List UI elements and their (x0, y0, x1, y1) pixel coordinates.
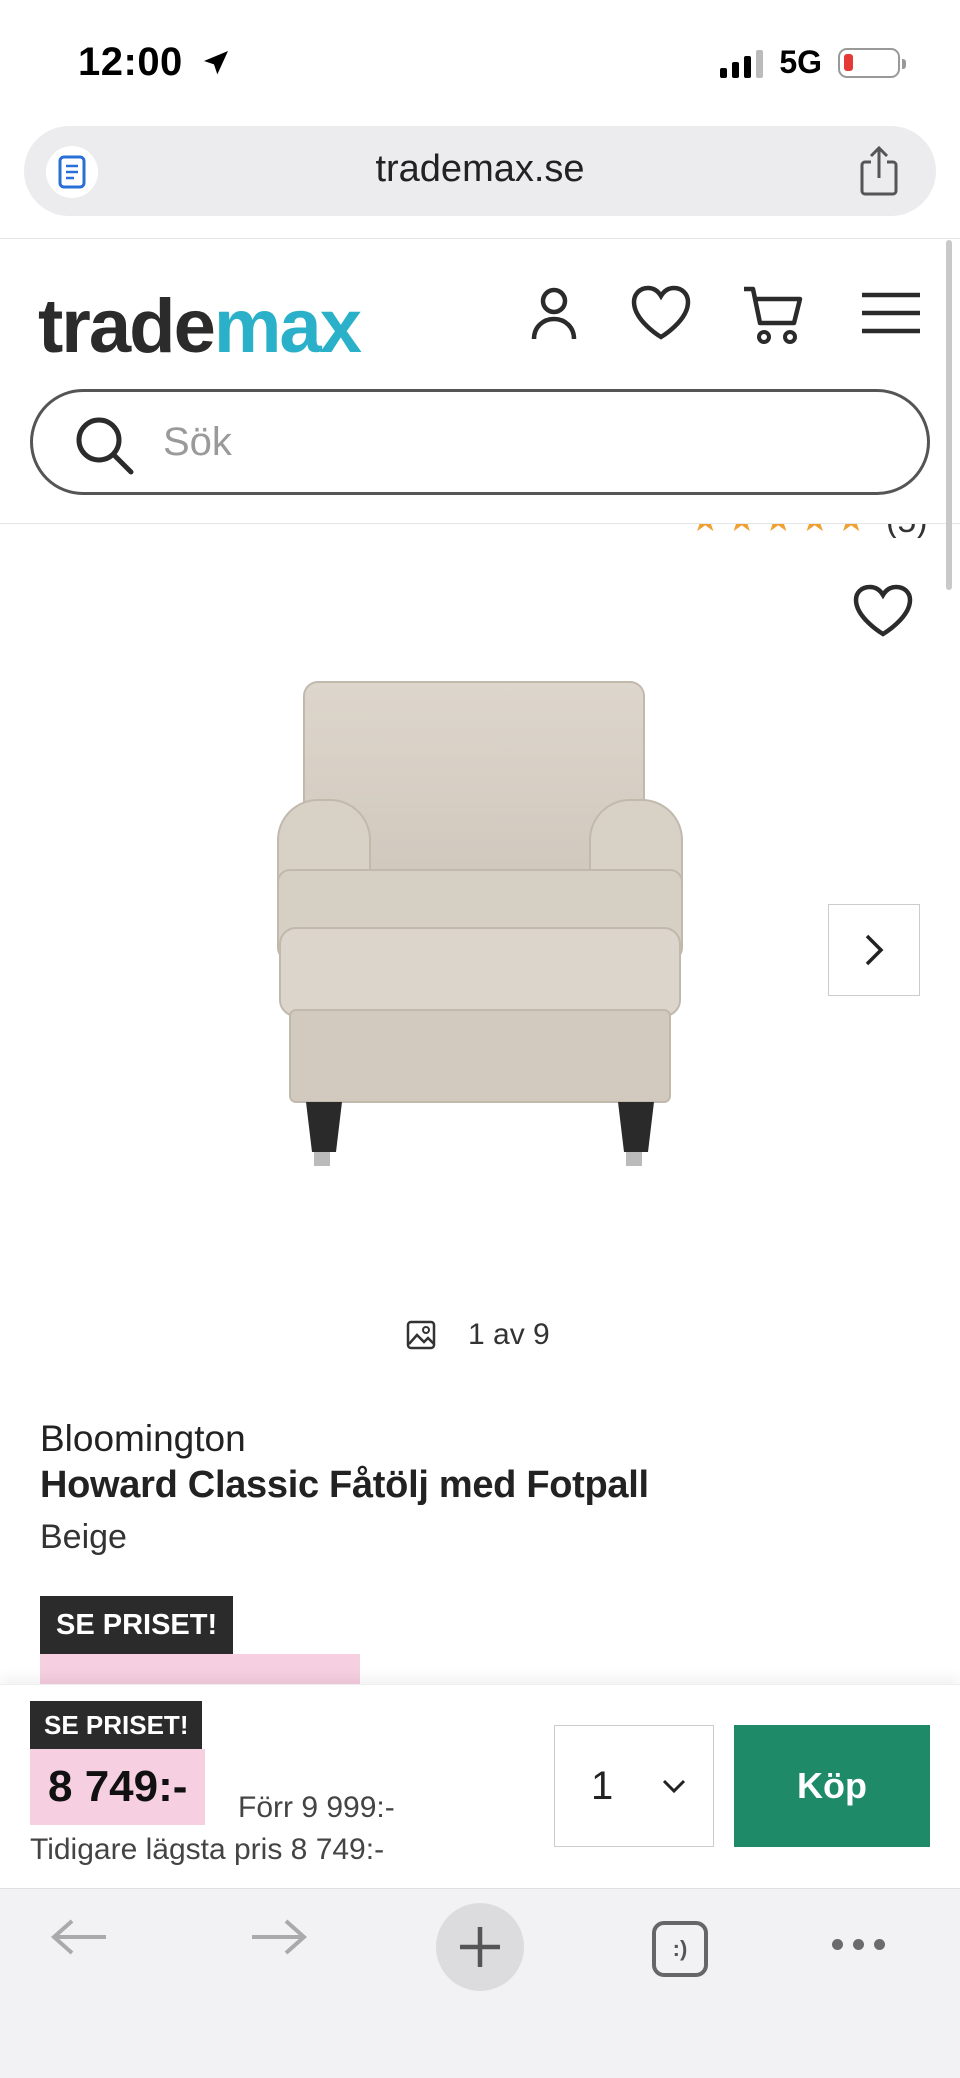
product-title: Howard Classic Fåtölj med Fotpall (40, 1464, 649, 1506)
price-highlight-peek (40, 1654, 360, 1684)
chevron-right-icon (865, 934, 884, 966)
chevron-down-icon (662, 1779, 686, 1794)
more-menu-icon[interactable] (832, 1939, 885, 1950)
account-icon[interactable] (526, 281, 582, 345)
menu-icon[interactable] (860, 289, 922, 337)
status-indicators: 5G (720, 44, 906, 81)
status-time: 12:00 (78, 40, 232, 85)
rating-stars: ★★★★★ (690, 524, 872, 538)
cart-icon[interactable] (740, 281, 806, 351)
current-price: 8 749:- (30, 1749, 206, 1825)
buy-button[interactable]: Köp (734, 1725, 930, 1847)
signal-icon (720, 48, 764, 78)
clock: 12:00 (78, 40, 183, 84)
network-type: 5G (779, 44, 822, 80)
rating-count: (5) (886, 524, 928, 538)
site-header: trademax (0, 238, 960, 524)
sticky-buy-bar: SE PRISET! 8 749:- Förr 9 999:- Tidigare… (0, 1684, 960, 1888)
campaign-badge: SE PRISET! (40, 1596, 234, 1654)
url-text[interactable]: trademax.se (24, 148, 936, 191)
previous-price: Förr 9 999:- (238, 1791, 395, 1824)
quantity-value: 1 (591, 1763, 614, 1808)
location-arrow-icon (204, 51, 229, 75)
browser-toolbar: :) (0, 1888, 960, 2078)
next-image-button[interactable] (828, 904, 920, 996)
plus-icon (460, 1927, 500, 1967)
scrollbar[interactable] (946, 240, 952, 590)
forward-arrow-icon[interactable] (250, 1917, 308, 1957)
image-gallery-icon (406, 1320, 436, 1350)
image-counter-text: 1 av 9 (468, 1318, 550, 1351)
battery-icon (838, 47, 906, 78)
search-bar[interactable] (30, 389, 930, 495)
favorite-heart-icon[interactable] (850, 580, 916, 642)
search-input[interactable] (163, 410, 863, 474)
image-counter[interactable]: 1 av 9 (406, 1318, 550, 1352)
search-icon (76, 417, 134, 475)
back-arrow-icon[interactable] (50, 1917, 108, 1957)
product-brand[interactable]: Bloomington (40, 1418, 246, 1460)
status-bar: 12:00 5G (0, 0, 960, 120)
tabs-button[interactable]: :) (652, 1921, 708, 1977)
product-color: Beige (40, 1518, 127, 1556)
lowest-price-note: Tidigare lägsta pris 8 749:- (30, 1833, 385, 1866)
share-icon[interactable] (856, 144, 902, 198)
address-bar[interactable]: trademax.se (24, 126, 936, 216)
new-tab-button[interactable] (436, 1903, 524, 1991)
quantity-select[interactable]: 1 (554, 1725, 714, 1847)
wishlist-icon[interactable] (628, 281, 694, 345)
sticky-campaign-badge: SE PRISET! (30, 1701, 203, 1749)
product-image[interactable] (260, 670, 700, 1230)
trademax-logo[interactable]: trademax (38, 283, 362, 370)
product-rating[interactable]: ★★★★★ (5) (690, 524, 940, 538)
